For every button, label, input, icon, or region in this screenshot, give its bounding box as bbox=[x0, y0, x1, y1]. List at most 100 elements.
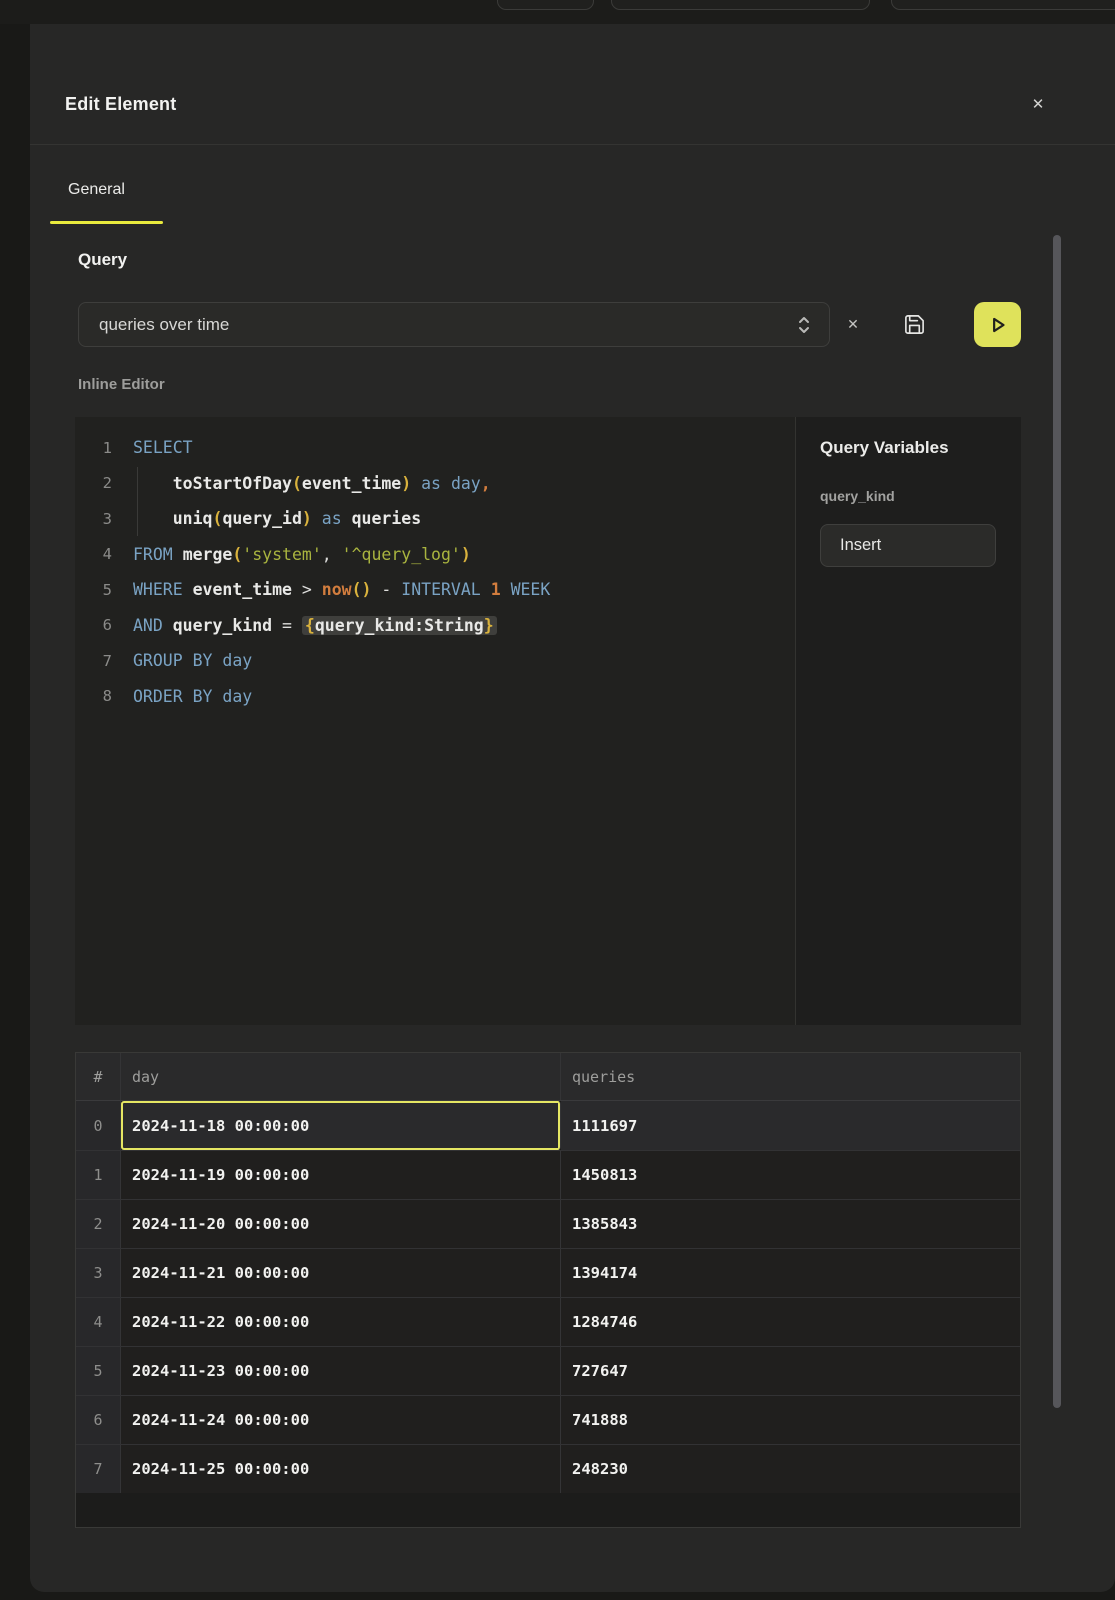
code-token: > bbox=[292, 580, 322, 599]
code-token: day bbox=[222, 651, 252, 670]
indent-guide bbox=[137, 467, 138, 536]
header-cell-day[interactable]: day bbox=[121, 1053, 561, 1100]
line-number: 4 bbox=[75, 545, 112, 563]
queries-cell[interactable]: 1450813 bbox=[561, 1151, 1020, 1199]
code-token: event_time bbox=[193, 580, 292, 599]
code-text: toStartOfDay(event_time) as day, bbox=[133, 474, 491, 493]
code-token bbox=[133, 474, 173, 493]
close-button[interactable]: ✕ bbox=[1026, 92, 1050, 116]
code-token: day bbox=[222, 687, 252, 706]
code-line: 6AND query_kind = {query_kind:String} bbox=[75, 608, 795, 644]
row-index-cell: 1 bbox=[76, 1151, 121, 1199]
play-icon bbox=[987, 314, 1009, 336]
saved-query-select[interactable]: queries over time bbox=[78, 302, 830, 347]
day-cell[interactable]: 2024-11-19 00:00:00 bbox=[121, 1151, 561, 1199]
code-line: 8ORDER BY day bbox=[75, 679, 795, 715]
day-cell[interactable]: 2024-11-25 00:00:00 bbox=[121, 1445, 561, 1493]
background-button bbox=[497, 0, 594, 10]
code-token: ) bbox=[461, 545, 471, 564]
code-token: { bbox=[302, 616, 315, 635]
day-cell[interactable]: 2024-11-24 00:00:00 bbox=[121, 1396, 561, 1444]
code-token: FROM bbox=[133, 545, 173, 564]
code-token bbox=[501, 580, 511, 599]
line-number: 6 bbox=[75, 616, 112, 634]
line-number: 3 bbox=[75, 510, 112, 528]
code-token bbox=[441, 474, 451, 493]
code-text: WHERE event_time > now() - INTERVAL 1 WE… bbox=[133, 580, 550, 599]
day-cell[interactable]: 2024-11-23 00:00:00 bbox=[121, 1347, 561, 1395]
row-index-cell: 4 bbox=[76, 1298, 121, 1346]
line-number: 5 bbox=[75, 581, 112, 599]
code-token: - bbox=[371, 580, 401, 599]
queries-cell[interactable]: 1284746 bbox=[561, 1298, 1020, 1346]
code-token bbox=[342, 509, 352, 528]
queries-cell[interactable]: 1385843 bbox=[561, 1200, 1020, 1248]
modal-title: Edit Element bbox=[65, 94, 176, 115]
save-query-button[interactable] bbox=[900, 311, 928, 337]
code-token: ) bbox=[302, 509, 312, 528]
tab-general[interactable]: General bbox=[68, 181, 125, 199]
line-number: 2 bbox=[75, 474, 112, 492]
code-token: ( bbox=[292, 474, 302, 493]
code-text: SELECT bbox=[133, 438, 193, 457]
code-line: 2 toStartOfDay(event_time) as day, bbox=[75, 466, 795, 502]
table-header-row: # day queries bbox=[76, 1053, 1020, 1101]
code-token: } bbox=[484, 616, 497, 635]
query-variables-panel: Query Variables query_kind Insert bbox=[795, 417, 1021, 1025]
run-query-button[interactable] bbox=[974, 302, 1021, 347]
code-token bbox=[183, 580, 193, 599]
save-icon bbox=[903, 313, 926, 336]
day-cell[interactable]: 2024-11-22 00:00:00 bbox=[121, 1298, 561, 1346]
code-token bbox=[133, 509, 173, 528]
row-index-cell: 5 bbox=[76, 1347, 121, 1395]
table-body: 02024-11-18 00:00:00111169712024-11-19 0… bbox=[76, 1101, 1020, 1493]
background-page-strip bbox=[0, 0, 1115, 24]
code-line: 1SELECT bbox=[75, 430, 795, 466]
modal-scrollbar-thumb[interactable] bbox=[1053, 235, 1061, 1408]
header-cell-queries[interactable]: queries bbox=[561, 1053, 1020, 1100]
queries-cell[interactable]: 1394174 bbox=[561, 1249, 1020, 1297]
code-token: WEEK bbox=[511, 580, 551, 599]
table-row: 72024-11-25 00:00:00248230 bbox=[76, 1444, 1020, 1493]
inline-editor-block: 1SELECT2 toStartOfDay(event_time) as day… bbox=[75, 417, 1021, 1025]
code-token: BY bbox=[193, 651, 213, 670]
table-row: 12024-11-19 00:00:001450813 bbox=[76, 1150, 1020, 1199]
queries-cell[interactable]: 1111697 bbox=[561, 1101, 1020, 1150]
code-token: '^query_log' bbox=[342, 545, 461, 564]
inline-editor-label: Inline Editor bbox=[78, 376, 165, 393]
code-token: GROUP bbox=[133, 651, 183, 670]
sql-code-editor[interactable]: 1SELECT2 toStartOfDay(event_time) as day… bbox=[75, 417, 795, 1025]
selected-day-cell[interactable]: 2024-11-18 00:00:00 bbox=[121, 1101, 561, 1150]
clear-query-button[interactable]: ✕ bbox=[839, 312, 867, 336]
code-token: , bbox=[481, 474, 491, 493]
table-row: 42024-11-22 00:00:001284746 bbox=[76, 1297, 1020, 1346]
queries-cell[interactable]: 741888 bbox=[561, 1396, 1020, 1444]
active-tab-underline bbox=[50, 221, 163, 224]
queries-cell[interactable]: 248230 bbox=[561, 1445, 1020, 1493]
day-cell[interactable]: 2024-11-21 00:00:00 bbox=[121, 1249, 561, 1297]
table-row: 22024-11-20 00:00:001385843 bbox=[76, 1199, 1020, 1248]
code-line: 7GROUP BY day bbox=[75, 643, 795, 679]
code-token: query_kind:String bbox=[315, 616, 484, 635]
code-token: event_time bbox=[302, 474, 401, 493]
query-results-table: # day queries 02024-11-18 00:00:00111169… bbox=[75, 1052, 1021, 1528]
header-cell-index: # bbox=[76, 1053, 121, 1100]
header-divider bbox=[30, 144, 1115, 145]
code-token: INTERVAL bbox=[401, 580, 480, 599]
code-line: 4 FROM merge('system', '^query_log') bbox=[75, 537, 795, 573]
code-token: = bbox=[272, 616, 302, 635]
code-token: , bbox=[322, 545, 342, 564]
close-icon: ✕ bbox=[1032, 95, 1045, 113]
table-row: 02024-11-18 00:00:001111697 bbox=[76, 1101, 1020, 1150]
variable-name-label: query_kind bbox=[820, 488, 895, 504]
selected-query-value: queries over time bbox=[99, 315, 229, 335]
row-index-cell: 6 bbox=[76, 1396, 121, 1444]
code-token: WHERE bbox=[133, 580, 183, 599]
x-icon: ✕ bbox=[847, 316, 859, 333]
code-text: FROM merge('system', '^query_log') bbox=[133, 545, 471, 564]
code-token: queries bbox=[352, 509, 422, 528]
insert-variable-button[interactable]: Insert bbox=[820, 524, 996, 567]
queries-cell[interactable]: 727647 bbox=[561, 1347, 1020, 1395]
day-cell[interactable]: 2024-11-20 00:00:00 bbox=[121, 1200, 561, 1248]
code-token bbox=[411, 474, 421, 493]
